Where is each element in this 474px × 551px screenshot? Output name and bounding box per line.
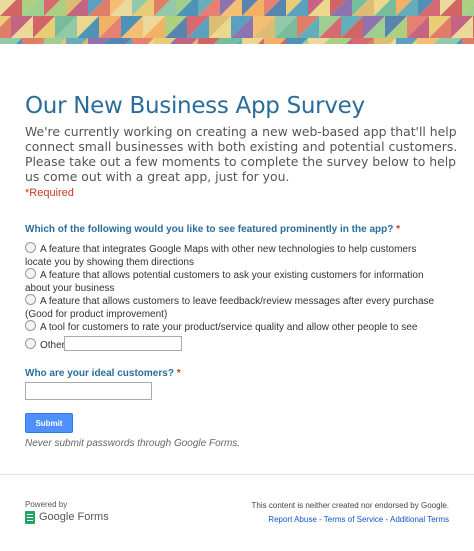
google-forms-icon <box>25 510 35 524</box>
option-ask-customers[interactable]: A feature that allows potential customer… <box>25 268 445 295</box>
disclaimer: This content is neither created nor endo… <box>251 501 449 510</box>
ideal-customers-input[interactable] <box>25 382 152 400</box>
required-mark: * <box>176 368 181 379</box>
footer-divider <box>0 474 474 475</box>
terms-of-service-link[interactable]: Terms of Service <box>324 515 384 524</box>
question-1-title: Which of the following would you like to… <box>25 224 400 235</box>
google-forms-logo[interactable]: Google Forms <box>25 510 109 524</box>
radio-button[interactable] <box>25 294 36 305</box>
radio-button[interactable] <box>25 242 36 253</box>
question-2-text: Who are your ideal customers? <box>25 368 174 379</box>
password-warning: Never submit passwords through Google Fo… <box>25 438 241 449</box>
submit-button[interactable]: Submit <box>25 413 73 433</box>
option-rating-tool[interactable]: A tool for customers to rate your produc… <box>25 320 445 335</box>
report-abuse-link[interactable]: Report Abuse <box>268 515 316 524</box>
question-2-title: Who are your ideal customers? * <box>25 368 181 379</box>
header-banner <box>0 0 474 44</box>
question-1-text: Which of the following would you like to… <box>25 224 394 235</box>
google-forms-logo-text: Google Forms <box>39 511 109 523</box>
option-label: A feature that allows customers to leave… <box>25 296 435 320</box>
link-separator: - <box>383 515 390 524</box>
option-label: A feature that allows potential customer… <box>25 270 424 294</box>
form-description: We're currently working on creating a ne… <box>25 124 458 184</box>
footer-links: Report Abuse - Terms of Service - Additi… <box>268 515 449 524</box>
banner-pattern <box>0 0 474 44</box>
powered-by-label: Powered by <box>25 500 68 509</box>
form-title: Our New Business App Survey <box>25 93 365 119</box>
radio-button[interactable] <box>25 338 36 349</box>
option-google-maps[interactable]: A feature that integrates Google Maps wi… <box>25 242 445 269</box>
option-label: A tool for customers to rate your produc… <box>40 322 418 333</box>
option-label: A feature that integrates Google Maps wi… <box>25 244 417 268</box>
other-text-input[interactable] <box>64 336 182 351</box>
required-note: *Required <box>25 187 74 199</box>
banner-tile <box>462 38 474 44</box>
option-feedback[interactable]: A feature that allows customers to leave… <box>25 294 445 321</box>
radio-button[interactable] <box>25 320 36 331</box>
additional-terms-link[interactable]: Additional Terms <box>390 515 449 524</box>
required-mark: * <box>396 224 401 235</box>
link-separator: - <box>316 515 324 524</box>
radio-button[interactable] <box>25 268 36 279</box>
